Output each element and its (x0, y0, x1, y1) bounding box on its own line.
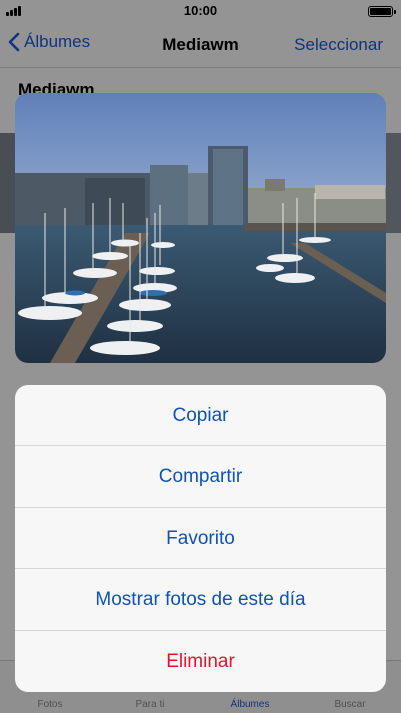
harbor-photo-icon (15, 93, 386, 363)
show-photos-from-this-day-button[interactable]: Mostrar fotos de este día (15, 569, 386, 631)
share-button[interactable]: Compartir (15, 446, 386, 508)
copy-button[interactable]: Copiar (15, 385, 386, 447)
photo-preview (15, 93, 386, 363)
delete-button[interactable]: Eliminar (15, 631, 386, 692)
action-sheet: Copiar Compartir Favorito Mostrar fotos … (15, 385, 386, 692)
favorite-button[interactable]: Favorito (15, 508, 386, 570)
